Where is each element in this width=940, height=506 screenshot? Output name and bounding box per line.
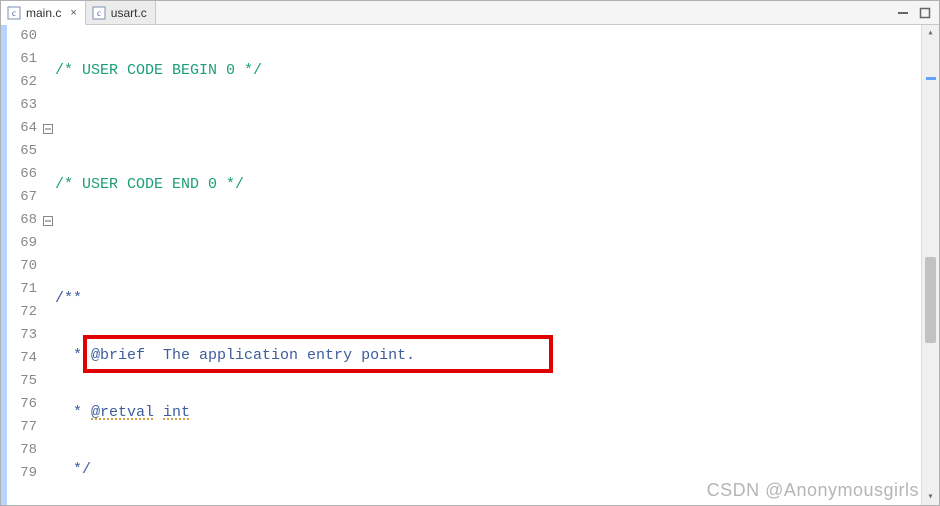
line-number: 62 bbox=[7, 71, 37, 94]
line-number: 77 bbox=[7, 416, 37, 439]
tab-usart-c[interactable]: c usart.c bbox=[86, 1, 156, 24]
minimize-icon[interactable] bbox=[895, 5, 911, 21]
close-icon[interactable]: × bbox=[70, 7, 76, 19]
c-file-icon: c bbox=[7, 6, 21, 20]
line-number: 75 bbox=[7, 370, 37, 393]
line-number: 78 bbox=[7, 439, 37, 462]
line-number: 74 bbox=[7, 347, 37, 370]
line-number: 61 bbox=[7, 48, 37, 71]
code-text bbox=[154, 401, 163, 424]
line-number: 66 bbox=[7, 163, 37, 186]
line-number: 60 bbox=[7, 25, 37, 48]
code-text: * bbox=[55, 344, 91, 367]
fold-toggle-icon[interactable] bbox=[43, 124, 53, 134]
tab-bar-right bbox=[895, 1, 939, 24]
editor-frame: c main.c × c usart.c 60 61 62 63 bbox=[0, 0, 940, 506]
fold-toggle-icon[interactable] bbox=[43, 216, 53, 226]
scrollbar-thumb[interactable] bbox=[925, 257, 936, 343]
overview-marker bbox=[926, 77, 936, 80]
code-text: /** bbox=[55, 287, 82, 310]
code-area[interactable]: /* USER CODE BEGIN 0 */ /* USER CODE END… bbox=[55, 25, 921, 505]
code-text: /* USER CODE END 0 */ bbox=[55, 173, 244, 196]
line-number: 69 bbox=[7, 232, 37, 255]
tab-label: usart.c bbox=[111, 6, 147, 20]
c-file-icon: c bbox=[92, 6, 106, 20]
code-text: * bbox=[55, 401, 91, 424]
code-text: @brief bbox=[91, 344, 145, 367]
fold-column bbox=[41, 25, 55, 505]
line-number: 79 bbox=[7, 462, 37, 485]
line-number: 73 bbox=[7, 324, 37, 347]
line-number: 72 bbox=[7, 301, 37, 324]
code-text: /* USER CODE BEGIN 0 */ bbox=[55, 59, 262, 82]
code-text: @retval bbox=[91, 401, 154, 424]
code-text: int bbox=[163, 401, 190, 424]
tab-bar: c main.c × c usart.c bbox=[1, 1, 939, 25]
line-number: 67 bbox=[7, 186, 37, 209]
line-number: 76 bbox=[7, 393, 37, 416]
tab-main-c[interactable]: c main.c × bbox=[1, 1, 86, 25]
maximize-icon[interactable] bbox=[917, 5, 933, 21]
line-number: 63 bbox=[7, 94, 37, 117]
editor-body: 60 61 62 63 64 65 66 67 68 69 70 71 72 7… bbox=[1, 25, 939, 505]
line-number-gutter: 60 61 62 63 64 65 66 67 68 69 70 71 72 7… bbox=[7, 25, 41, 505]
code-text: The application entry point. bbox=[145, 344, 415, 367]
line-number: 68 bbox=[7, 209, 37, 232]
line-number: 70 bbox=[7, 255, 37, 278]
scroll-up-icon[interactable]: ▴ bbox=[922, 25, 939, 41]
tab-label: main.c bbox=[26, 6, 61, 20]
svg-text:c: c bbox=[97, 8, 101, 18]
scroll-down-icon[interactable]: ▾ bbox=[922, 489, 939, 505]
line-number: 71 bbox=[7, 278, 37, 301]
vertical-scrollbar[interactable]: ▴ ▾ bbox=[921, 25, 939, 505]
line-number: 65 bbox=[7, 140, 37, 163]
code-text: */ bbox=[55, 458, 91, 481]
line-number: 64 bbox=[7, 117, 37, 140]
svg-text:c: c bbox=[12, 8, 16, 18]
